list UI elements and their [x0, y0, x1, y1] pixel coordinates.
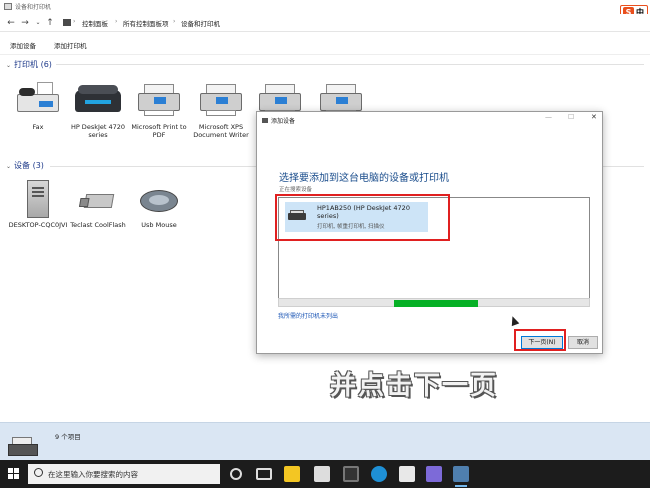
tutorial-caption: 并点击下一页 — [330, 371, 499, 401]
printer-icon — [75, 82, 121, 120]
taskbar: 在这里输入你要搜索的内容 — [0, 460, 650, 488]
item-count: 9 个项目 — [55, 433, 81, 441]
highlight-box-device — [275, 194, 450, 241]
command-toolbar: 添加设备 添加打印机 — [0, 33, 650, 55]
add-printer-button[interactable]: 添加打印机 — [54, 40, 87, 50]
edge-icon[interactable] — [371, 466, 387, 482]
chevron-right-icon: › — [173, 18, 176, 25]
chevron-right-icon: › — [73, 18, 76, 25]
chevron-down-icon: ⌄ — [6, 62, 12, 69]
window-titlebar: 设备和打印机 — [0, 0, 650, 14]
file-explorer-icon[interactable] — [284, 466, 300, 482]
computer-icon — [15, 180, 61, 218]
dialog-title: 添加设备 — [262, 116, 295, 125]
minimize-icon[interactable]: — — [545, 113, 552, 121]
device-label: Usb Mouse — [141, 221, 177, 229]
close-icon[interactable]: ✕ — [591, 113, 597, 121]
device-label: HP DeskJet 4720 series — [70, 123, 126, 139]
devices-section-header[interactable]: ⌄ 设备 (3) — [6, 160, 44, 171]
window-title: 设备和打印机 — [15, 4, 52, 11]
app-icon[interactable] — [343, 466, 359, 482]
mouse-icon — [136, 180, 182, 218]
search-placeholder: 在这里输入你要搜索的内容 — [48, 470, 138, 479]
printer-item-hp-deskjet[interactable]: HP DeskJet 4720 series — [68, 82, 128, 139]
windows-start-icon[interactable] — [8, 468, 20, 480]
task-view-icon[interactable] — [256, 468, 272, 480]
search-icon — [34, 468, 43, 477]
searching-status: 正在搜索设备 — [279, 187, 313, 193]
printer-icon — [198, 82, 244, 120]
chevron-right-icon: › — [115, 18, 118, 25]
device-label: Fax — [32, 123, 44, 131]
device-label: DESKTOP-CQC0JVI — [8, 221, 68, 229]
back-arrow-icon[interactable]: ← — [6, 17, 16, 29]
app-icon[interactable] — [399, 466, 415, 482]
add-device-icon — [262, 118, 268, 123]
up-arrow-icon[interactable]: ↑ — [45, 17, 55, 29]
status-bar: 9 个项目 — [0, 422, 650, 460]
dialog-heading: 选择要添加到这台电脑的设备或打印机 — [279, 173, 449, 184]
progress-fill — [394, 300, 478, 307]
printer-item-print-to-pdf[interactable]: Microsoft Print to PDF — [129, 82, 189, 139]
printer-icon — [8, 433, 44, 459]
fax-icon — [15, 82, 61, 120]
section-divider — [56, 64, 644, 65]
printer-icon — [136, 82, 182, 120]
breadcrumb-devices-printers[interactable]: 设备和打印机 — [181, 18, 220, 28]
devices-printers-icon — [4, 3, 12, 10]
control-panel-icon — [63, 19, 71, 26]
devices-section-label: 设备 (3) — [14, 161, 44, 170]
add-device-button[interactable]: 添加设备 — [10, 40, 36, 50]
cancel-button[interactable]: 取消 — [568, 336, 598, 349]
device-item-usb-flash[interactable]: Teclast CoolFlash — [68, 180, 128, 229]
device-label: Teclast CoolFlash — [70, 221, 126, 229]
printer-item-fax[interactable]: Fax — [8, 82, 68, 131]
device-item-desktop[interactable]: DESKTOP-CQC0JVI — [8, 180, 68, 229]
printers-section-header[interactable]: ⌄ 打印机 (6) — [6, 59, 52, 70]
address-bar: ← → ⌄ ↑ › 控制面板 › 所有控制面板项 › 设备和打印机 — [0, 14, 650, 32]
search-progress-bar — [278, 298, 590, 307]
printers-section-label: 打印机 (6) — [14, 60, 52, 69]
usb-drive-icon — [75, 180, 121, 218]
chevron-down-icon[interactable]: ⌄ — [33, 17, 43, 29]
taskbar-search-box[interactable]: 在这里输入你要搜索的内容 — [28, 464, 220, 484]
maximize-icon[interactable]: ☐ — [568, 113, 574, 121]
printer-item-xps-writer[interactable]: Microsoft XPS Document Writer — [191, 82, 251, 139]
printer-not-listed-link[interactable]: 我所需的打印机未列出 — [278, 311, 338, 320]
highlight-box-next — [514, 329, 566, 351]
breadcrumb-control-panel[interactable]: 控制面板 — [82, 18, 108, 28]
forward-arrow-icon[interactable]: → — [20, 17, 30, 29]
device-item-usb-mouse[interactable]: Usb Mouse — [129, 180, 189, 229]
device-label: Microsoft XPS Document Writer — [193, 123, 249, 139]
breadcrumb-all-items[interactable]: 所有控制面板项 — [123, 18, 169, 28]
address-path[interactable]: › 控制面板 › 所有控制面板项 › 设备和打印机 — [60, 16, 620, 30]
dialog-title-text: 添加设备 — [271, 118, 296, 125]
control-panel-icon[interactable] — [453, 466, 469, 487]
chevron-down-icon: ⌄ — [6, 163, 12, 170]
task-view-icon[interactable] — [230, 468, 242, 480]
device-label: Microsoft Print to PDF — [131, 123, 187, 139]
store-icon[interactable] — [314, 466, 330, 482]
app-icon[interactable] — [426, 466, 442, 482]
